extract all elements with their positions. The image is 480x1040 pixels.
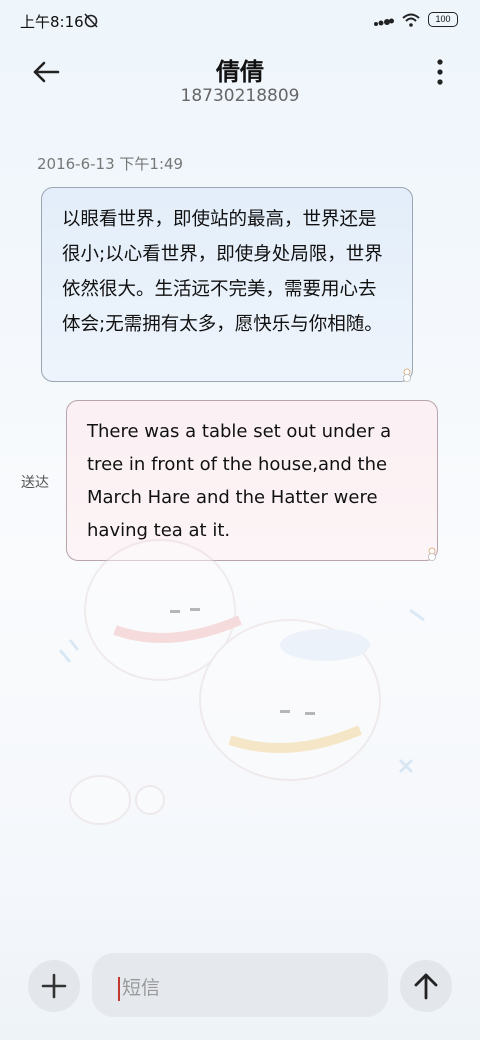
- delivery-status: 送达: [21, 475, 49, 491]
- snowman-icon: [403, 368, 411, 382]
- signal-icon: [374, 18, 394, 26]
- composer-bar: 短信: [0, 950, 480, 1020]
- send-button[interactable]: [400, 960, 452, 1012]
- more-vertical-icon: [437, 59, 443, 85]
- phone-number: 18730218809: [180, 86, 300, 106]
- status-bar: 上午8:16 100: [0, 0, 480, 40]
- more-options-button[interactable]: [430, 54, 450, 90]
- wifi-icon: [402, 13, 420, 27]
- plus-icon: [41, 973, 67, 999]
- message-input-placeholder: 短信: [122, 977, 161, 999]
- contact-name[interactable]: 倩倩: [0, 52, 480, 87]
- message-text: 以眼看世界，即使站的最高，世界还是很小;以心看世界，即使身处局限，世界依然很大。…: [62, 209, 383, 335]
- status-time: 上午8:16: [20, 13, 84, 31]
- cartoon-cats-background: [58, 539, 425, 825]
- text-caret: [118, 976, 120, 1001]
- incoming-message-bubble[interactable]: 以眼看世界，即使站的最高，世界还是很小;以心看世界，即使身处局限，世界依然很大。…: [41, 187, 413, 382]
- send-arrow-up-icon: [414, 973, 438, 1000]
- add-attachment-button[interactable]: [28, 960, 80, 1012]
- alarm-off-icon: [84, 13, 98, 28]
- message-timestamp: 2016-6-13 下午1:49: [37, 155, 184, 173]
- conversation-header: 倩倩 18730218809: [0, 40, 480, 120]
- message-input[interactable]: 短信: [92, 953, 388, 1017]
- battery-icon: 100: [428, 12, 458, 27]
